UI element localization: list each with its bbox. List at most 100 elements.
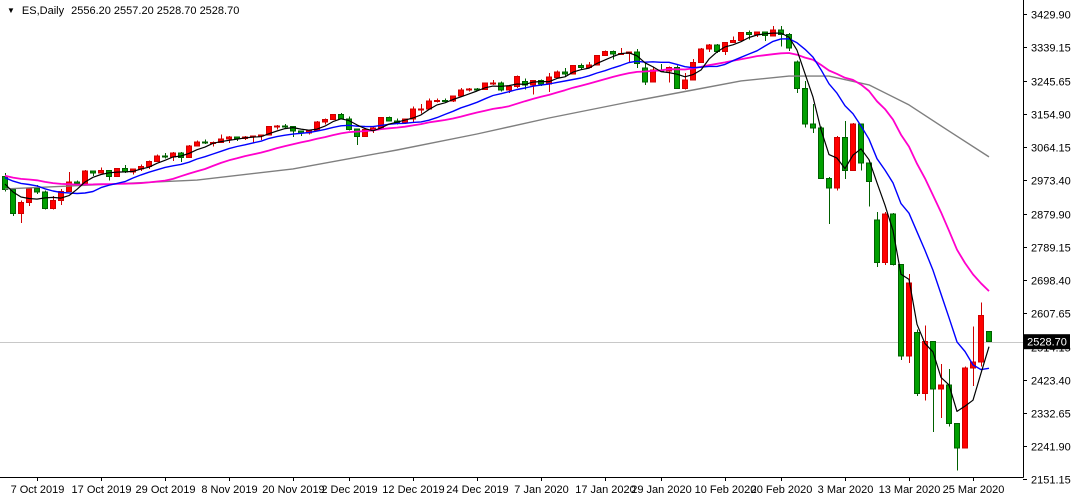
x-axis-tick-label: 24 Dec 2019 <box>446 484 508 496</box>
candle[interactable] <box>803 81 808 128</box>
candle[interactable] <box>883 212 888 265</box>
candle[interactable] <box>107 170 112 180</box>
candle[interactable] <box>923 326 928 401</box>
candle[interactable] <box>43 190 48 209</box>
y-axis-tick-label: 2241.90 <box>1031 442 1071 454</box>
candle[interactable] <box>347 117 352 131</box>
candle[interactable] <box>203 139 208 144</box>
x-axis-tick-label: 20 Nov 2019 <box>262 484 324 496</box>
y-axis-tick-label: 3245.65 <box>1031 77 1071 89</box>
candle[interactable] <box>931 342 936 433</box>
candle[interactable] <box>187 145 192 158</box>
y-axis-tick-label: 2973.40 <box>1031 176 1071 188</box>
candle[interactable] <box>987 331 992 341</box>
current-price-tag-label: 2528.70 <box>1027 337 1067 349</box>
x-axis-tick-label: 2 Dec 2019 <box>321 484 377 496</box>
candle[interactable] <box>579 63 584 69</box>
candle[interactable] <box>435 98 440 102</box>
y-axis-tick-label: 2879.90 <box>1031 210 1071 222</box>
candle[interactable] <box>835 136 840 191</box>
candle[interactable] <box>547 73 552 92</box>
x-axis-tick-label: 29 Oct 2019 <box>136 484 196 496</box>
moving-averages-layer <box>5 33 989 411</box>
candle[interactable] <box>947 369 952 427</box>
candle[interactable] <box>427 99 432 109</box>
candle[interactable] <box>643 63 648 85</box>
candle[interactable] <box>387 117 392 122</box>
candle[interactable] <box>603 50 608 55</box>
candle[interactable] <box>19 201 24 224</box>
price-tag-layer: 2528.70 <box>1024 334 1070 349</box>
x-axis-tick-label: 7 Oct 2019 <box>11 484 65 496</box>
candles-layer <box>3 26 992 471</box>
candle[interactable] <box>691 59 696 80</box>
candle[interactable] <box>515 75 520 87</box>
y-axis-tick-label: 3064.15 <box>1031 143 1071 155</box>
candle[interactable] <box>859 124 864 171</box>
candle[interactable] <box>67 172 72 191</box>
x-axis-tick-label: 17 Jan 2020 <box>575 484 636 496</box>
candle[interactable] <box>179 152 184 162</box>
candle[interactable] <box>651 67 656 82</box>
x-axis-tick-label: 12 Dec 2019 <box>382 484 444 496</box>
candle[interactable] <box>467 88 472 92</box>
candle[interactable] <box>683 73 688 90</box>
candle[interactable] <box>915 330 920 396</box>
y-axis-tick-label: 2698.40 <box>1031 276 1071 288</box>
y-axis-tick-label: 2332.65 <box>1031 409 1071 421</box>
candle[interactable] <box>699 48 704 63</box>
x-axis-tick-label: 8 Nov 2019 <box>201 484 257 496</box>
x-axis-tick-label: 13 Mar 2020 <box>879 484 941 496</box>
candle[interactable] <box>563 68 568 76</box>
candle[interactable] <box>811 104 816 133</box>
candle[interactable] <box>971 326 976 386</box>
candle[interactable] <box>91 170 96 176</box>
candle[interactable] <box>899 265 904 360</box>
candle[interactable] <box>867 163 872 206</box>
x-axis-tick-label: 7 Jan 2020 <box>514 484 568 496</box>
candle[interactable] <box>827 177 832 224</box>
candle[interactable] <box>707 44 712 52</box>
y-axis-tick-label: 2789.15 <box>1031 243 1071 255</box>
x-axis-tick-label: 25 Mar 2020 <box>943 484 1005 496</box>
candle[interactable] <box>491 80 496 85</box>
x-axis-tick-label: 17 Oct 2019 <box>72 484 132 496</box>
axes-layer: 3429.90 3339.15 3245.65 3154.90 3064.15 2973.… <box>0 0 1071 496</box>
candle[interactable] <box>459 88 464 96</box>
x-axis-tick-label: 10 Feb 2020 <box>695 484 757 496</box>
candle[interactable] <box>163 153 168 159</box>
candle[interactable] <box>771 26 776 36</box>
candle[interactable] <box>331 114 336 119</box>
candle[interactable] <box>99 167 104 173</box>
candle[interactable] <box>555 70 560 77</box>
candle[interactable] <box>27 187 32 206</box>
candle[interactable] <box>155 154 160 161</box>
candle[interactable] <box>851 123 856 170</box>
y-axis-tick-label: 3339.15 <box>1031 43 1071 55</box>
y-axis-tick-label: 2151.15 <box>1031 475 1071 487</box>
candle[interactable] <box>275 125 280 129</box>
candle[interactable] <box>195 141 200 147</box>
candle[interactable] <box>731 37 736 43</box>
candle[interactable] <box>955 423 960 471</box>
x-axis-tick-label: 29 Jan 2020 <box>631 484 692 496</box>
symbol-dropdown-icon[interactable]: ▼ <box>7 7 15 15</box>
candle[interactable] <box>611 51 616 60</box>
ma-slow-line <box>5 53 989 291</box>
candle[interactable] <box>323 119 328 125</box>
candle[interactable] <box>739 32 744 41</box>
y-axis-tick-label: 2423.40 <box>1031 376 1071 388</box>
candle[interactable] <box>843 121 848 179</box>
candle[interactable] <box>779 26 784 46</box>
candle[interactable] <box>635 49 640 68</box>
candle[interactable] <box>411 106 416 122</box>
y-axis-tick-label: 2607.65 <box>1031 309 1071 321</box>
candle[interactable] <box>875 212 880 267</box>
y-axis-tick-label: 3429.90 <box>1031 10 1071 22</box>
candle[interactable] <box>419 104 424 114</box>
y-axis-tick-label: 3154.90 <box>1031 110 1071 122</box>
x-axis-tick-label: 20 Feb 2020 <box>751 484 813 496</box>
candle[interactable] <box>979 302 984 366</box>
ma-mid-line <box>5 39 989 370</box>
candlestick-chart[interactable]: 3429.90 3339.15 3245.65 3154.90 3064.15 2973.… <box>0 0 1071 500</box>
